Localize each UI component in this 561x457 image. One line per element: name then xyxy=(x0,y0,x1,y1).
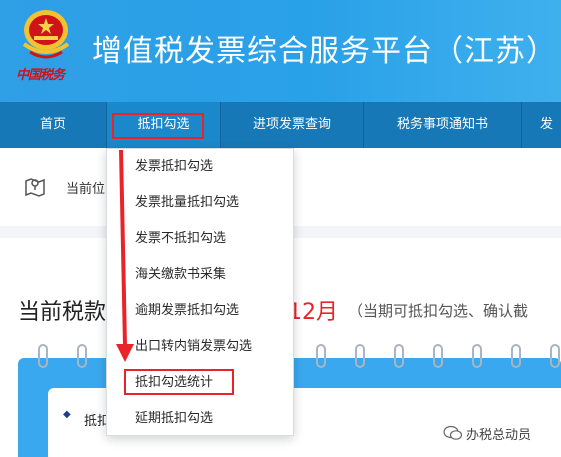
wechat-icon xyxy=(443,425,463,440)
watermark-text: 办税总动员 xyxy=(466,428,532,443)
red-arrow-icon xyxy=(116,149,134,362)
